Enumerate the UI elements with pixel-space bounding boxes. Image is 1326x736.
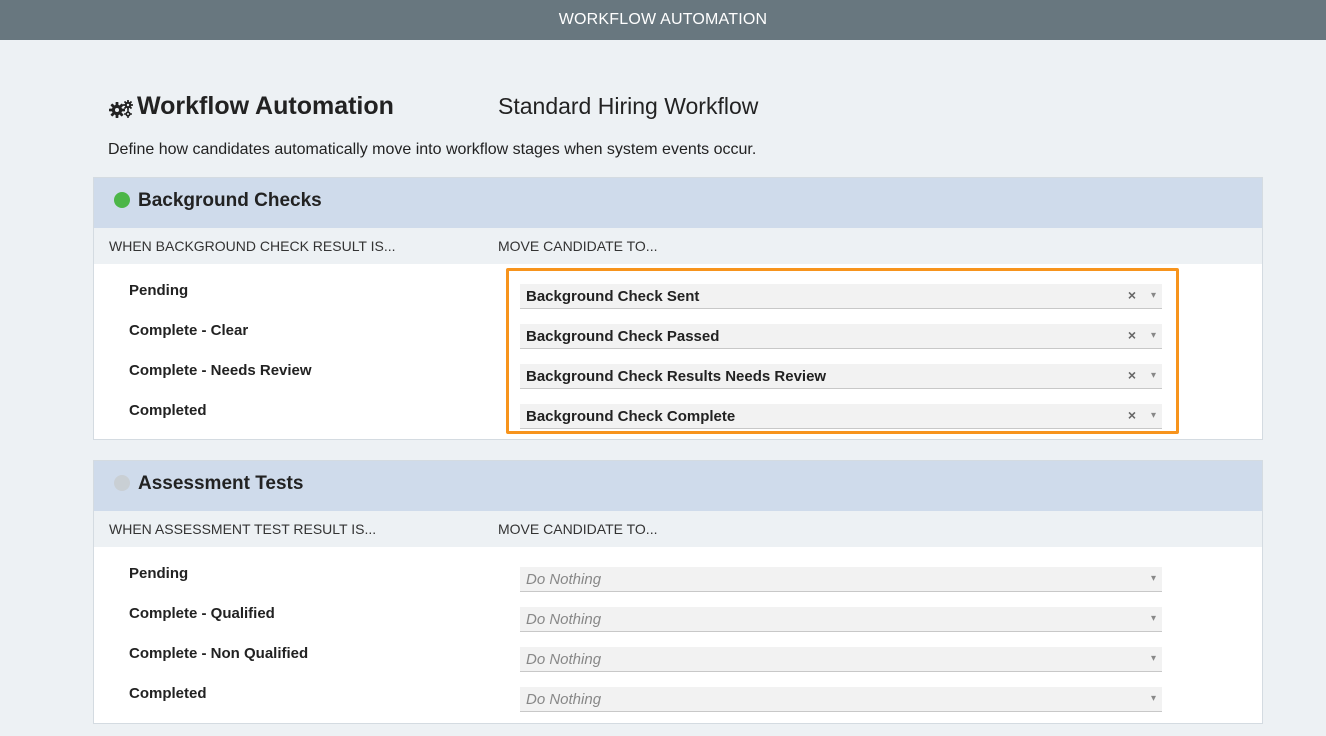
column-header-target: MOVE CANDIDATE TO...	[498, 238, 658, 254]
section-header: Assessment Tests	[94, 461, 1262, 511]
chevron-down-icon[interactable]: ▾	[1151, 573, 1156, 584]
chevron-down-icon[interactable]: ▾	[1151, 410, 1156, 421]
stage-select[interactable]: Background Check Complete × ▾	[520, 404, 1162, 429]
chevron-down-icon[interactable]: ▾	[1151, 613, 1156, 624]
select-placeholder: Do Nothing	[526, 691, 602, 708]
select-placeholder: Do Nothing	[526, 611, 602, 628]
rule-row: Complete - Clear Background Check Passed…	[94, 320, 1262, 360]
gears-icon	[109, 100, 133, 118]
select-placeholder: Do Nothing	[526, 651, 602, 668]
rule-label: Complete - Non Qualified	[129, 645, 309, 662]
rule-row: Pending Do Nothing ▾	[94, 563, 1262, 603]
status-dot-icon	[114, 192, 130, 208]
chevron-down-icon[interactable]: ▾	[1151, 330, 1156, 341]
rule-label: Complete - Qualified	[129, 605, 275, 622]
stage-select[interactable]: Do Nothing ▾	[520, 687, 1162, 712]
clear-icon[interactable]: ×	[1128, 367, 1136, 383]
rule-row: Complete - Non Qualified Do Nothing ▾	[94, 643, 1262, 683]
app-title: WORKFLOW AUTOMATION	[558, 11, 768, 28]
clear-icon[interactable]: ×	[1128, 407, 1136, 423]
column-header-target: MOVE CANDIDATE TO...	[498, 521, 658, 537]
workflow-name: Standard Hiring Workflow	[498, 93, 759, 119]
rule-label: Completed	[129, 402, 207, 419]
page-title: Workflow Automation	[137, 92, 394, 120]
select-value: Background Check Results Needs Review	[526, 368, 827, 385]
section-title: Background Checks	[138, 190, 322, 211]
select-placeholder: Do Nothing	[526, 571, 602, 588]
select-value: Background Check Sent	[526, 288, 700, 305]
background-checks-section: Background Checks WHEN BACKGROUND CHECK …	[93, 177, 1263, 440]
assessment-tests-section: Assessment Tests WHEN ASSESSMENT TEST RE…	[93, 460, 1263, 724]
chevron-down-icon[interactable]: ▾	[1151, 290, 1156, 301]
column-header-condition: WHEN BACKGROUND CHECK RESULT IS...	[109, 238, 396, 254]
stage-select[interactable]: Background Check Sent × ▾	[520, 284, 1162, 309]
chevron-down-icon[interactable]: ▾	[1151, 370, 1156, 381]
column-headers: WHEN ASSESSMENT TEST RESULT IS... MOVE C…	[94, 511, 1262, 547]
stage-select[interactable]: Do Nothing ▾	[520, 647, 1162, 672]
chevron-down-icon[interactable]: ▾	[1151, 653, 1156, 664]
rule-row: Pending Background Check Sent × ▾	[94, 280, 1262, 320]
rule-row: Complete - Qualified Do Nothing ▾	[94, 603, 1262, 643]
page-header: Workflow Automation Standard Hiring Work…	[108, 90, 1208, 126]
chevron-down-icon[interactable]: ▾	[1151, 693, 1156, 704]
rule-row: Complete - Needs Review Background Check…	[94, 360, 1262, 400]
section-title: Assessment Tests	[138, 473, 304, 494]
column-header-condition: WHEN ASSESSMENT TEST RESULT IS...	[109, 521, 377, 537]
rule-label: Complete - Needs Review	[129, 362, 312, 379]
select-value: Background Check Complete	[526, 408, 736, 425]
stage-select[interactable]: Background Check Results Needs Review × …	[520, 364, 1162, 389]
clear-icon[interactable]: ×	[1128, 327, 1136, 343]
stage-select[interactable]: Background Check Passed × ▾	[520, 324, 1162, 349]
top-bar: WORKFLOW AUTOMATION	[0, 0, 1326, 40]
section-header: Background Checks	[94, 178, 1262, 228]
column-headers: WHEN BACKGROUND CHECK RESULT IS... MOVE …	[94, 228, 1262, 264]
rule-label: Complete - Clear	[129, 322, 249, 339]
stage-select[interactable]: Do Nothing ▾	[520, 567, 1162, 592]
select-value: Background Check Passed	[526, 328, 720, 345]
page-description: Define how candidates automatically move…	[108, 141, 757, 158]
rule-label: Pending	[129, 282, 189, 299]
rule-label: Completed	[129, 685, 207, 702]
status-dot-icon	[114, 475, 130, 491]
stage-select[interactable]: Do Nothing ▾	[520, 607, 1162, 632]
rule-label: Pending	[129, 565, 189, 582]
rule-row: Completed Do Nothing ▾	[94, 683, 1262, 723]
clear-icon[interactable]: ×	[1128, 287, 1136, 303]
rule-row: Completed Background Check Complete × ▾	[94, 400, 1262, 440]
